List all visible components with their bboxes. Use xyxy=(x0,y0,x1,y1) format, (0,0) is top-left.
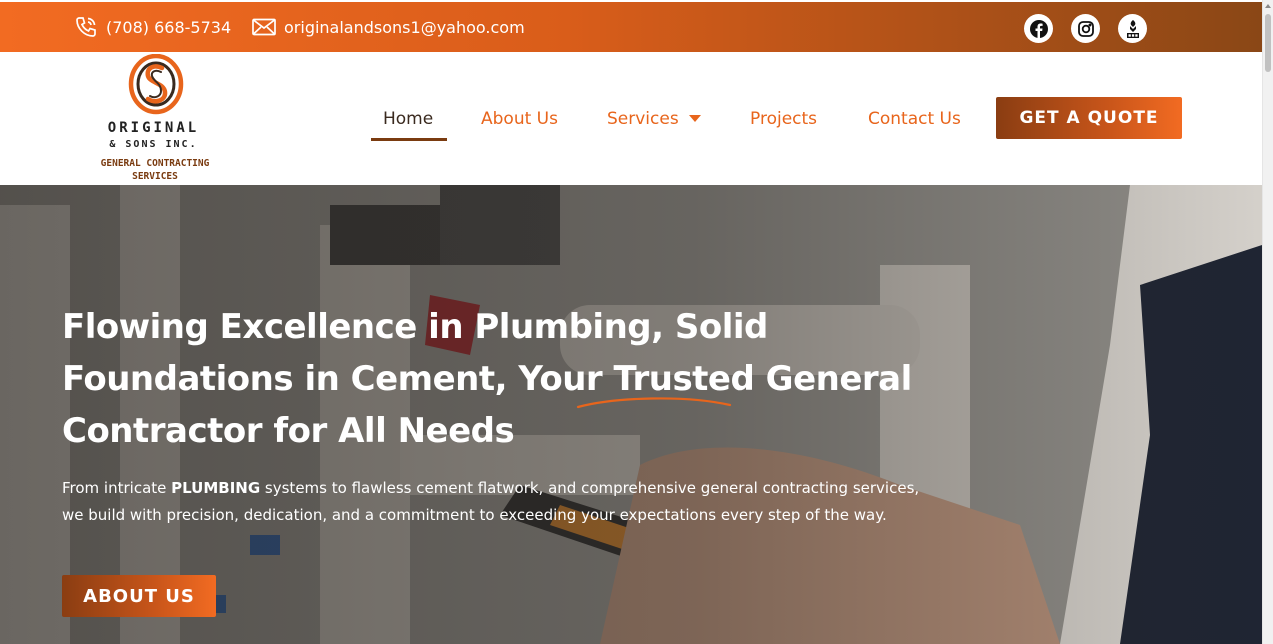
highlight-swoosh-decoration xyxy=(576,397,732,409)
get-a-quote-button[interactable]: GET A QUOTE xyxy=(996,97,1182,139)
scroll-up-arrow-icon[interactable] xyxy=(1265,4,1271,8)
bbb-link[interactable] xyxy=(1118,14,1147,43)
hero-heading-line-2-end: General xyxy=(754,359,913,399)
hero-heading: Flowing Excellence in Plumbing, Solid Fo… xyxy=(62,301,922,457)
about-us-button[interactable]: ABOUT US xyxy=(62,575,216,617)
hero-heading-line-1: Flowing Excellence in Plumbing, Solid xyxy=(62,307,768,347)
nav-about-us[interactable]: About Us xyxy=(481,104,558,134)
logo-os-monogram-icon xyxy=(128,54,184,115)
logo-name: ORIGINAL xyxy=(107,120,200,136)
logo-subname: & SONS INC. xyxy=(109,139,198,150)
nav-active-indicator xyxy=(371,138,447,141)
hero-description-start: From intricate xyxy=(62,479,172,497)
logo-tagline-services: SERVICES xyxy=(132,171,178,182)
hero-description: From intricate PLUMBING systems to flawl… xyxy=(62,475,922,529)
bbb-icon xyxy=(1126,19,1139,38)
hero-heading-highlight: Trusted xyxy=(613,359,755,399)
top-contact-bar: (708) 668-5734 originalandsons1@yahoo.co… xyxy=(0,2,1262,52)
page-scrollbar[interactable] xyxy=(1262,0,1273,644)
envelope-icon xyxy=(252,18,276,36)
hero-heading-line-2-start: Foundations in Cement, Your xyxy=(62,359,614,399)
hero-heading-line-2: Foundations in Cement, Your Trusted Gene… xyxy=(62,353,922,405)
phone-link[interactable]: (708) 668-5734 xyxy=(74,2,231,52)
site-header: ORIGINAL & SONS INC. GENERAL CONTRACTING… xyxy=(0,52,1262,185)
nav-contact-us[interactable]: Contact Us xyxy=(868,104,961,134)
nav-services[interactable]: Services xyxy=(607,104,701,134)
phone-icon xyxy=(76,17,96,37)
facebook-link[interactable] xyxy=(1024,14,1053,43)
instagram-icon xyxy=(1077,20,1094,37)
hero-description-bold: PLUMBING xyxy=(171,479,261,497)
phone-number[interactable]: (708) 668-5734 xyxy=(106,18,231,37)
email-address[interactable]: originalandsons1@yahoo.com xyxy=(284,18,525,37)
hero-heading-line-3: Contractor for All Needs xyxy=(62,411,515,451)
scrollbar-thumb[interactable] xyxy=(1265,14,1271,72)
nav-projects[interactable]: Projects xyxy=(750,104,817,134)
instagram-link[interactable] xyxy=(1071,14,1100,43)
email-link[interactable]: originalandsons1@yahoo.com xyxy=(252,2,525,52)
logo-tagline: GENERAL CONTRACTING xyxy=(100,158,210,169)
hero-section: Flowing Excellence in Plumbing, Solid Fo… xyxy=(0,185,1262,644)
nav-services-label: Services xyxy=(607,109,679,129)
nav-home[interactable]: Home xyxy=(383,104,433,134)
site-logo[interactable]: ORIGINAL & SONS INC. GENERAL CONTRACTING… xyxy=(96,52,216,185)
caret-down-icon xyxy=(688,115,701,122)
facebook-icon xyxy=(1029,19,1048,38)
